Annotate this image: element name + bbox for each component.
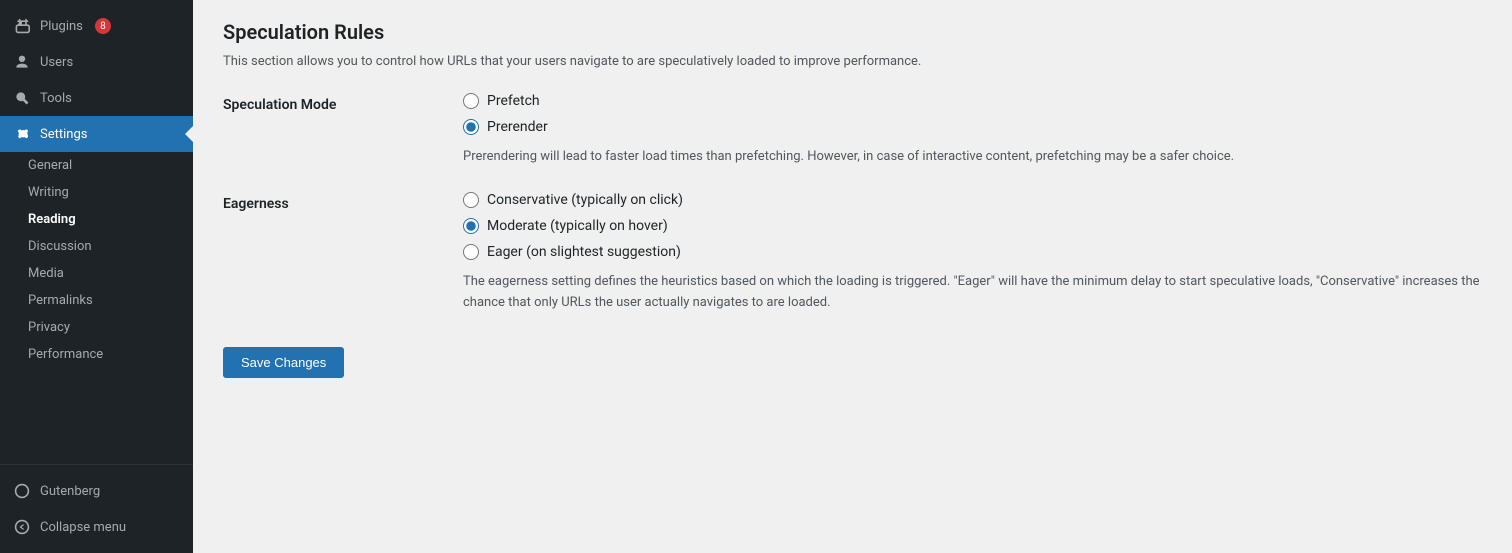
prerender-label: Prerender	[487, 119, 548, 135]
page-title: Speculation Rules	[223, 20, 1482, 44]
sidebar-item-discussion-label: Discussion	[28, 239, 92, 254]
sidebar: Plugins 8 Users Tools Settings Gener	[0, 0, 193, 553]
eagerness-label: Eagerness	[223, 192, 463, 314]
eagerness-field: Conservative (typically on click) Modera…	[463, 192, 1482, 314]
sidebar-item-writing[interactable]: Writing	[0, 179, 193, 206]
sidebar-item-settings-label: Settings	[40, 127, 87, 142]
speculation-mode-radio-group: Prefetch Prerender	[463, 93, 1482, 135]
moderate-radio[interactable]	[463, 218, 479, 234]
sidebar-item-media[interactable]: Media	[0, 260, 193, 287]
main-content: Speculation Rules This section allows yo…	[193, 0, 1512, 553]
sidebar-item-general[interactable]: General	[0, 152, 193, 179]
sidebar-item-reading[interactable]: Reading	[0, 206, 193, 233]
sidebar-item-users[interactable]: Users	[0, 44, 193, 80]
prefetch-radio[interactable]	[463, 93, 479, 109]
save-button[interactable]: Save Changes	[223, 347, 344, 378]
sidebar-item-media-label: Media	[28, 266, 64, 281]
tools-icon	[12, 88, 32, 108]
sidebar-item-reading-label: Reading	[28, 212, 76, 227]
gutenberg-icon	[12, 481, 32, 501]
sidebar-bottom: Gutenberg Collapse menu	[0, 464, 193, 553]
sidebar-item-gutenberg[interactable]: Gutenberg	[0, 473, 193, 509]
speculation-mode-row: Speculation Mode Prefetch Prerender Prer…	[223, 93, 1482, 168]
speculation-mode-field: Prefetch Prerender Prerendering will lea…	[463, 93, 1482, 168]
speculation-mode-label: Speculation Mode	[223, 93, 463, 168]
sidebar-item-settings[interactable]: Settings	[0, 116, 193, 152]
sidebar-item-writing-label: Writing	[28, 185, 69, 200]
eager-label: Eager (on slightest suggestion)	[487, 244, 681, 260]
plugin-icon	[12, 16, 32, 36]
sidebar-item-performance[interactable]: Performance	[0, 341, 193, 368]
sidebar-item-discussion[interactable]: Discussion	[0, 233, 193, 260]
conservative-radio[interactable]	[463, 192, 479, 208]
eagerness-radio-group: Conservative (typically on click) Modera…	[463, 192, 1482, 260]
collapse-icon	[12, 517, 32, 537]
moderate-option[interactable]: Moderate (typically on hover)	[463, 218, 1482, 234]
settings-sub-menu: General Writing Reading Discussion Media…	[0, 152, 193, 368]
sidebar-item-permalinks[interactable]: Permalinks	[0, 287, 193, 314]
sidebar-item-performance-label: Performance	[28, 347, 103, 362]
moderate-label: Moderate (typically on hover)	[487, 218, 668, 234]
sidebar-item-permalinks-label: Permalinks	[28, 293, 93, 308]
conservative-option[interactable]: Conservative (typically on click)	[463, 192, 1482, 208]
sidebar-item-privacy-label: Privacy	[28, 320, 70, 335]
prerender-option[interactable]: Prerender	[463, 119, 1482, 135]
sidebar-item-gutenberg-label: Gutenberg	[40, 484, 100, 499]
sidebar-item-collapse[interactable]: Collapse menu	[0, 509, 193, 545]
sidebar-top: Plugins 8 Users Tools Settings Gener	[0, 0, 193, 376]
sidebar-item-general-label: General	[28, 158, 72, 173]
prefetch-label: Prefetch	[487, 93, 540, 109]
sidebar-item-privacy[interactable]: Privacy	[0, 314, 193, 341]
sidebar-item-users-label: Users	[40, 55, 73, 70]
settings-icon	[12, 124, 32, 144]
sidebar-item-tools[interactable]: Tools	[0, 80, 193, 116]
sidebar-item-plugins-label: Plugins	[40, 19, 83, 34]
sidebar-item-collapse-label: Collapse menu	[40, 520, 126, 535]
eager-radio[interactable]	[463, 244, 479, 260]
eagerness-description: The eagerness setting defines the heuris…	[463, 272, 1482, 314]
eagerness-row: Eagerness Conservative (typically on cli…	[223, 192, 1482, 314]
sidebar-item-tools-label: Tools	[40, 91, 72, 106]
speculation-mode-description: Prerendering will lead to faster load ti…	[463, 147, 1482, 168]
eager-option[interactable]: Eager (on slightest suggestion)	[463, 244, 1482, 260]
users-icon	[12, 52, 32, 72]
prerender-radio[interactable]	[463, 119, 479, 135]
conservative-label: Conservative (typically on click)	[487, 192, 683, 208]
sidebar-item-plugins[interactable]: Plugins 8	[0, 8, 193, 44]
section-description: This section allows you to control how U…	[223, 54, 1482, 69]
prefetch-option[interactable]: Prefetch	[463, 93, 1482, 109]
plugins-badge: 8	[95, 18, 111, 34]
sidebar-active-arrow	[185, 126, 193, 142]
